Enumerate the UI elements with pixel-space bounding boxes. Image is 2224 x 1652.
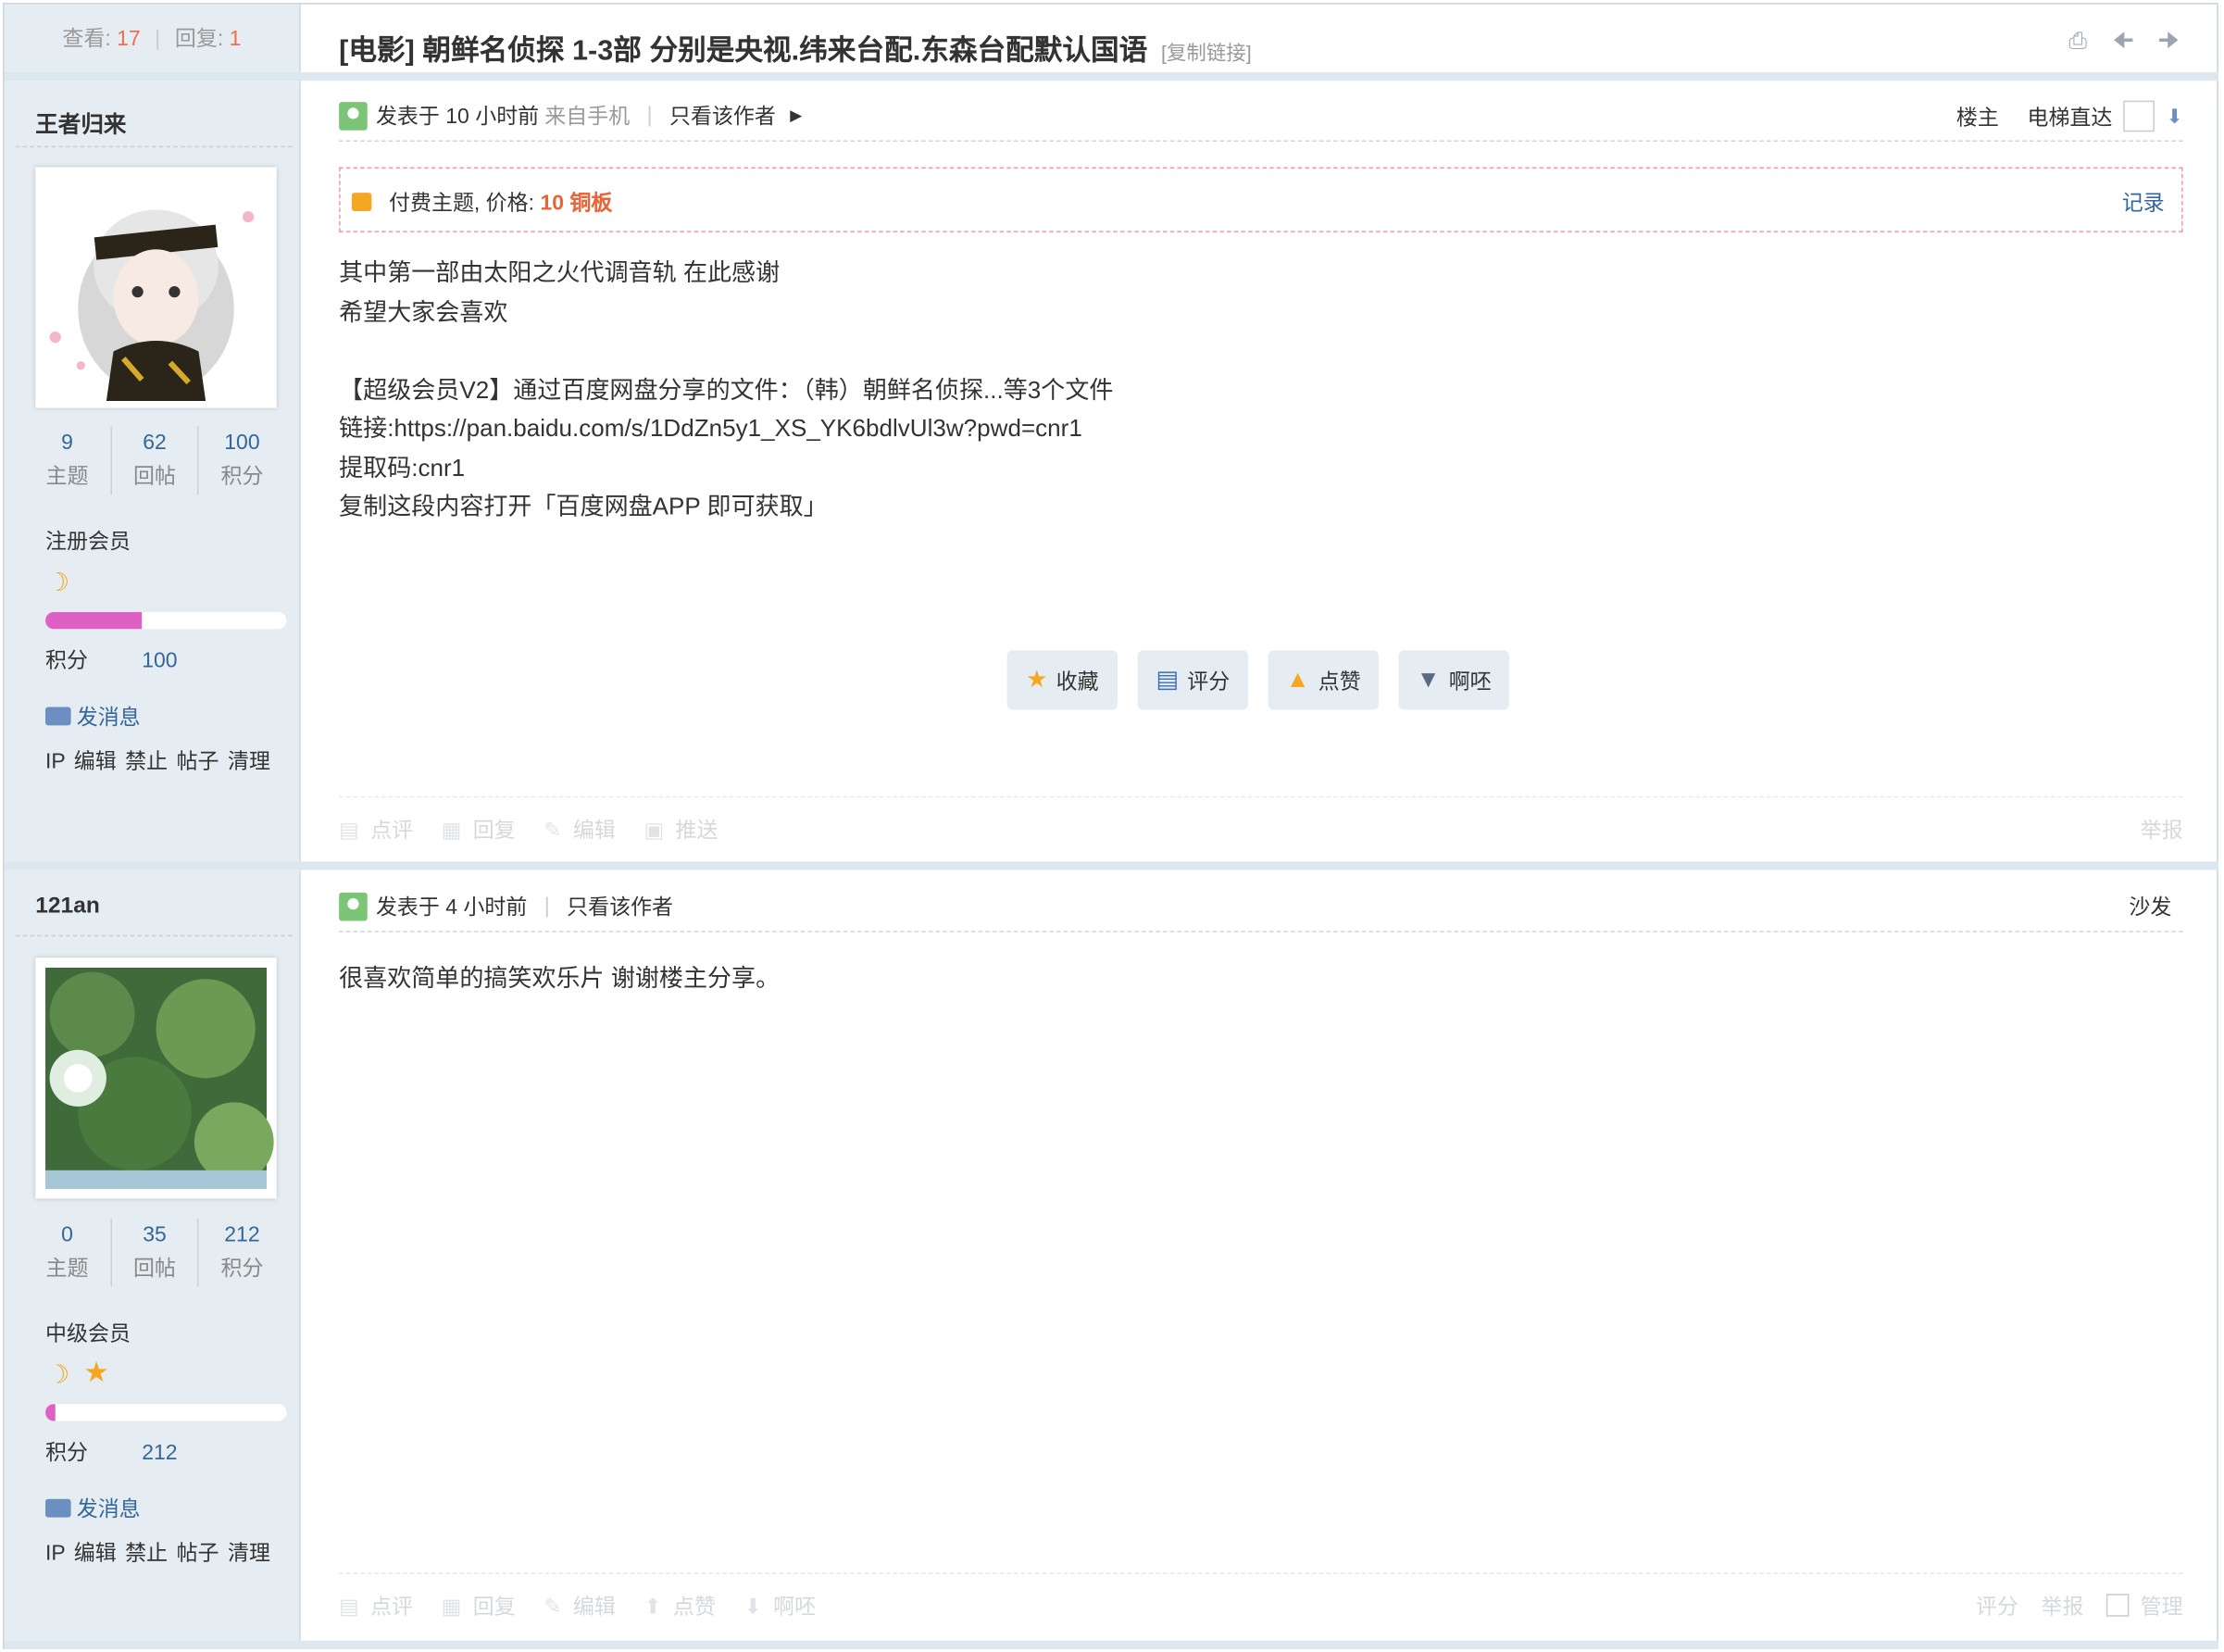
reply-button[interactable]: ▦ 回复 [442, 815, 516, 845]
post-content: 其中第一部由太阳之火代调音轨 在此感谢 希望大家会喜欢 【超级会员V2】通过百度… [339, 258, 1114, 520]
reply-button[interactable]: ▦ 回复 [442, 1591, 516, 1621]
like-button[interactable]: ▲ 点赞 [1268, 650, 1380, 710]
arrow-down-icon: ⬇ [743, 1595, 762, 1620]
elevator-label: 电梯直达 [2027, 105, 2113, 130]
author-name[interactable]: 王者归来 [35, 105, 126, 139]
send-message-button[interactable]: 发消息 [45, 1494, 141, 1523]
view-count: 17 [117, 27, 141, 52]
moon-icon: ☽ [46, 568, 70, 597]
post-2-footer: ▤ 点评 ▦ 回复 ✎ 编辑 ⬆ 点赞 ⬇ 啊呸 评分 举报 管理 [339, 1572, 2183, 1620]
level-progress [45, 1404, 287, 1421]
thread-title-bar: [电影] 朝鲜名侦探 1-3部 分别是央视.纬来台配.东森台配默认国语 [复制链… [302, 5, 2218, 74]
online-status-icon [339, 101, 368, 130]
edit-button[interactable]: ✎ 编辑 [544, 815, 616, 845]
edit-button[interactable]: ✎ 编辑 [544, 1591, 616, 1621]
calendar-icon: ▤ [1156, 666, 1180, 694]
separator [4, 72, 2218, 81]
thread-stats: 查看: 17 | 回复: 1 [4, 4, 301, 73]
copy-link-button[interactable]: [复制链接] [1161, 41, 1252, 63]
avatar[interactable] [35, 957, 277, 1199]
floor-jump-input[interactable] [2123, 100, 2155, 132]
post-1-header: 发表于 10 小时前 来自手机 | 只看该作者 ▶ 楼主 电梯直达 ⬇ [339, 92, 2183, 142]
rate-button[interactable]: 评分 [1976, 1591, 2018, 1621]
post-1-author-panel: 王者归来 9 主题 62 回帖 100 积分 注册会员 ☽ 积分 100 发消息… [4, 81, 301, 862]
post-actions: ★ 收藏 ▤ 评分 ▲ 点赞 ▼ 啊呸 [1006, 650, 1509, 710]
avatar[interactable] [35, 167, 277, 408]
separator [4, 861, 2218, 870]
thread-view: 查看: 17 | 回复: 1 [电影] 朝鲜名侦探 1-3部 分别是央视.纬来台… [0, 0, 2224, 1652]
star-icon: ★ [83, 1357, 109, 1389]
push-button[interactable]: ▣ 推送 [643, 815, 718, 845]
floor-label: 楼主 [1955, 105, 1999, 130]
post-time: 发表于 4 小时前 [375, 895, 528, 920]
pencil-icon: ✎ [544, 819, 562, 844]
separator [4, 1640, 2218, 1649]
report-button[interactable]: 举报 [2041, 1591, 2083, 1621]
level-progress [45, 611, 287, 630]
moon-icon: ☽ [46, 1359, 70, 1389]
favorite-button[interactable]: ★ 收藏 [1006, 650, 1118, 710]
print-icon[interactable]: ⎙ [2064, 30, 2093, 56]
next-thread-icon[interactable]: 🠊 [2155, 30, 2183, 56]
author-name[interactable]: 121an [35, 894, 100, 920]
reply-count: 1 [229, 27, 242, 52]
only-author-link[interactable]: 只看该作者 [567, 891, 673, 920]
online-status-icon [339, 892, 368, 920]
author-points: 积分 212 [45, 1441, 178, 1466]
author-stats: 9 主题 62 回帖 100 积分 [24, 426, 285, 494]
comment-icon: ▤ [339, 1595, 359, 1620]
checkbox[interactable] [2105, 1594, 2130, 1617]
paid-topic-notice: 付费主题, 价格: 10 铜板 记录 [339, 167, 2183, 232]
thumbs-up-icon: ▲ [1285, 666, 1310, 694]
push-icon: ▣ [643, 819, 665, 844]
post-2-author-panel: 121an 0 主题 35 回帖 212 积分 中级会员 ☽ ★ 积分 212 … [4, 870, 301, 1644]
prev-thread-icon[interactable]: 🠈 [2109, 30, 2138, 56]
triangle-right-icon: ▶ [790, 107, 803, 125]
arrow-up-icon: ⬆ [643, 1595, 662, 1620]
thread-title: [电影] 朝鲜名侦探 1-3部 分别是央视.纬来台配.东森台配默认国语 [复制链… [339, 35, 1252, 67]
reply-icon: ▦ [441, 1595, 462, 1620]
dislike-button[interactable]: ⬇ 啊呸 [744, 1591, 817, 1621]
purchase-record-link[interactable]: 记录 [2122, 187, 2165, 217]
floor-label: 沙发 [2129, 895, 2172, 920]
author-stats: 0 主题 35 回帖 212 积分 [24, 1218, 285, 1287]
comment-icon: ▤ [339, 819, 359, 844]
user-group[interactable]: 注册会员 [45, 526, 131, 556]
price: 10 铜板 [540, 191, 613, 216]
dislike-button[interactable]: ▼ 啊呸 [1398, 650, 1509, 710]
send-message-button[interactable]: 发消息 [45, 701, 141, 731]
envelope-icon [45, 1498, 71, 1518]
manage-checkbox[interactable]: 管理 [2105, 1591, 2183, 1621]
thumbs-down-icon: ▼ [1416, 666, 1441, 694]
envelope-icon [45, 707, 71, 726]
user-group[interactable]: 中级会员 [45, 1318, 131, 1347]
admin-links[interactable]: IP 编辑 禁止 帖子 清理 [45, 745, 270, 775]
post-2-header: 发表于 4 小时前 | 只看该作者 沙发 [339, 882, 2183, 932]
comment-button[interactable]: ▤ 点评 [339, 815, 413, 845]
admin-links[interactable]: IP 编辑 禁止 帖子 清理 [45, 1537, 270, 1567]
arrow-down-icon[interactable]: ⬇ [2167, 104, 2183, 128]
star-icon: ★ [1026, 666, 1048, 694]
post-time: 发表于 10 小时前 [375, 105, 540, 130]
report-button[interactable]: 举报 [2141, 815, 2183, 845]
like-button[interactable]: ⬆ 点赞 [643, 1591, 716, 1621]
lock-icon [351, 193, 372, 211]
post-content: 很喜欢简单的搞笑欢乐片 谢谢楼主分享。 [339, 964, 781, 992]
post-1-footer: ▤ 点评 ▦ 回复 ✎ 编辑 ▣ 推送 举报 [339, 795, 2183, 843]
post-source: 来自手机 [544, 105, 631, 130]
only-author-link[interactable]: 只看该作者 [669, 101, 776, 131]
author-points: 积分 100 [45, 648, 178, 673]
comment-button[interactable]: ▤ 点评 [339, 1591, 413, 1621]
pencil-icon: ✎ [544, 1595, 562, 1620]
rate-button[interactable]: ▤ 评分 [1137, 650, 1249, 710]
reply-icon: ▦ [441, 819, 462, 844]
